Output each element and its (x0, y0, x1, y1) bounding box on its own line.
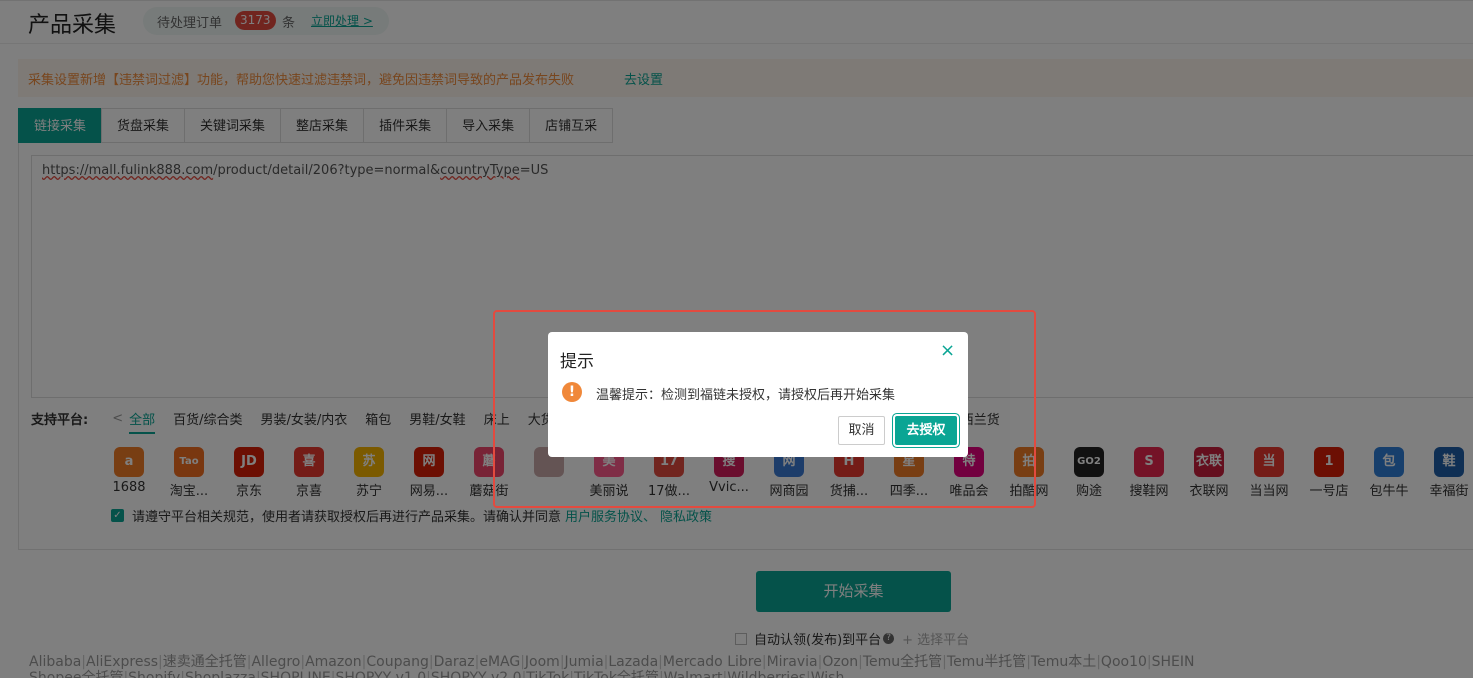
authorize-button[interactable]: 去授权 (895, 416, 957, 445)
cancel-button[interactable]: 取消 (838, 416, 885, 445)
product-collect-page: 产品采集 待处理订单 3173 条 立即处理 > 采集设置新增【违禁词过滤】功能… (0, 0, 1473, 678)
dialog-title: 提示 (560, 352, 594, 372)
auth-prompt-dialog: 提示 × ! 温馨提示：检测到福链未授权，请授权后再开始采集 取消 去授权 (548, 332, 968, 457)
dialog-message: 温馨提示：检测到福链未授权，请授权后再开始采集 (596, 388, 896, 403)
close-icon[interactable]: × (940, 340, 955, 361)
warning-icon: ! (562, 382, 582, 402)
